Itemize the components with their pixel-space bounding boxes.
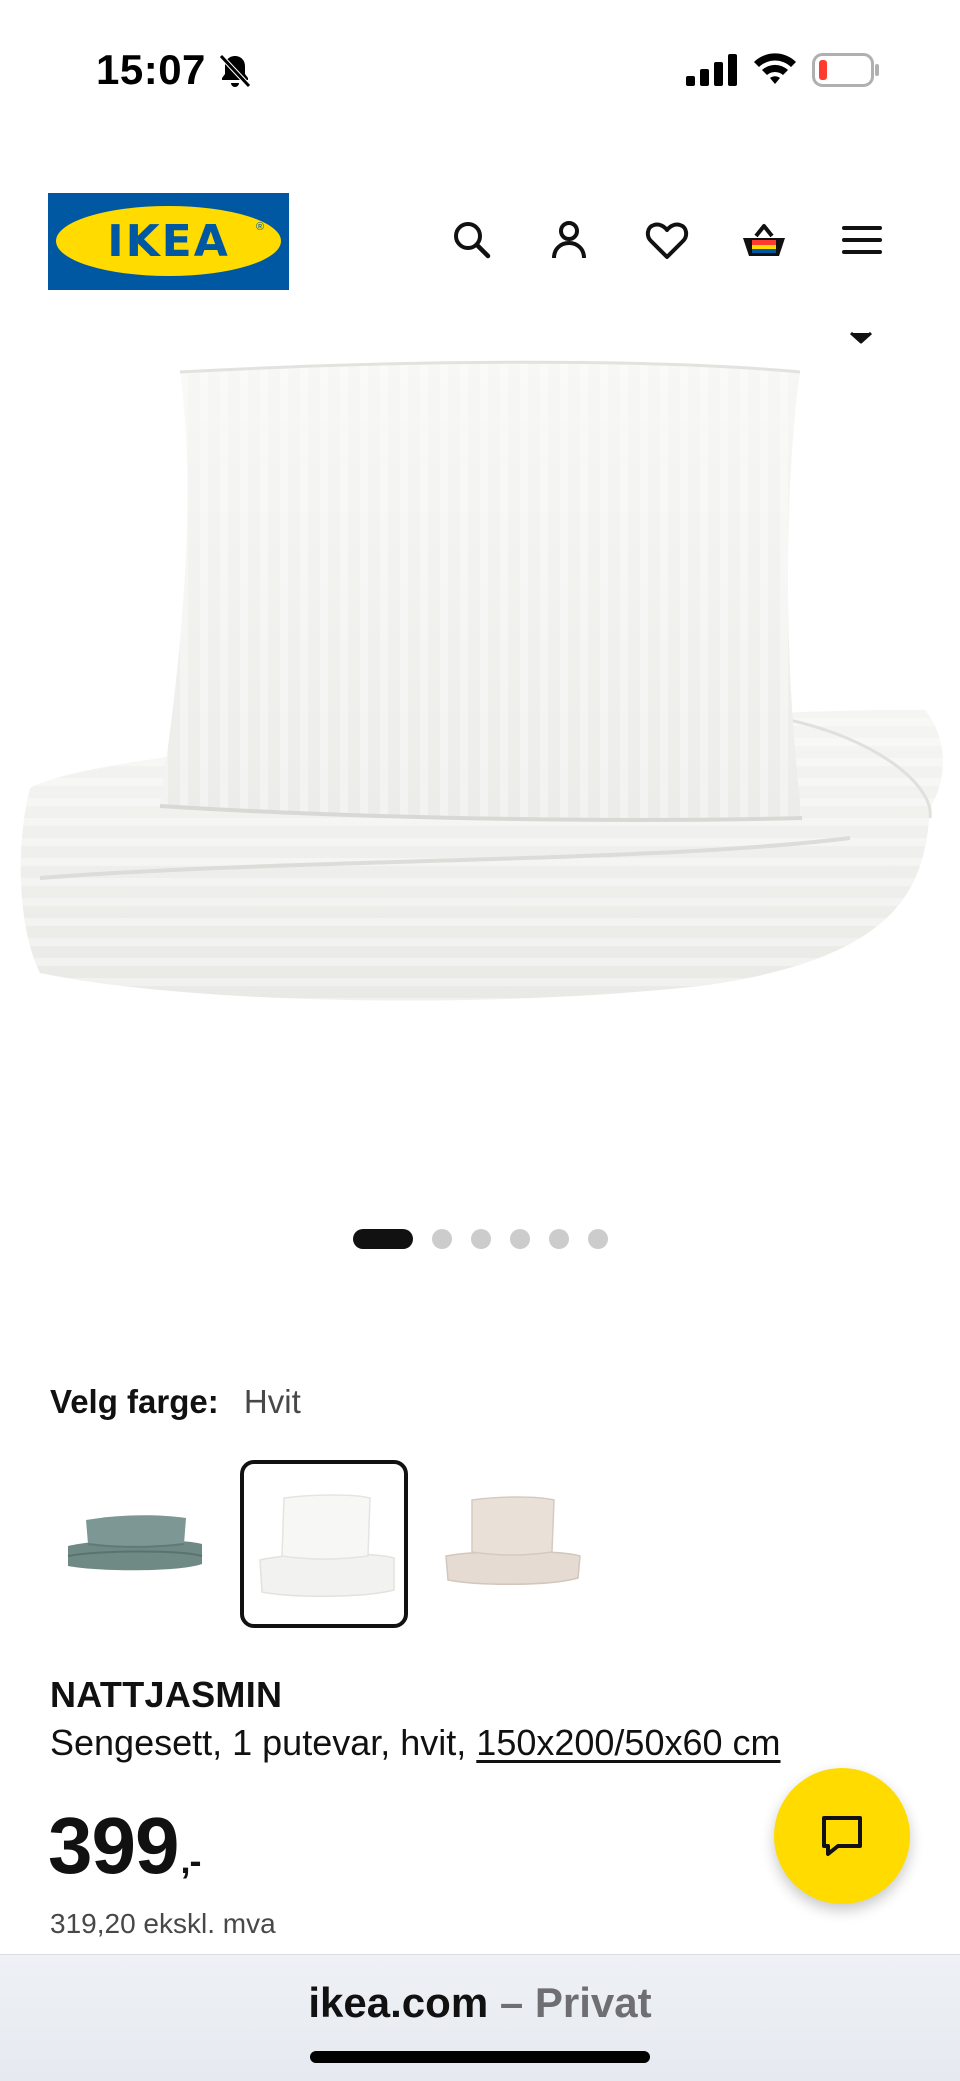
heart-icon[interactable] xyxy=(643,216,691,264)
product-name: NATTJASMIN xyxy=(50,1674,283,1715)
ikea-logo[interactable]: IKEA ® xyxy=(48,193,289,290)
status-bar: 15:07 xyxy=(0,0,960,140)
carousel-dot-6[interactable] xyxy=(587,1229,608,1249)
product-description-text: Sengesett, 1 putevar, hvit, xyxy=(50,1722,467,1763)
color-value: Hvit xyxy=(243,1383,301,1420)
swatch-white[interactable] xyxy=(240,1460,408,1628)
product-size-link[interactable]: 150x200/50x60 cm xyxy=(476,1722,780,1763)
bell-slash-icon xyxy=(216,52,254,90)
site-header: IKEA ® xyxy=(0,190,960,290)
product-price: 399,- xyxy=(48,1800,201,1892)
color-selector-label: Velg farge: Hvit xyxy=(50,1383,301,1421)
logo-registered-mark: ® xyxy=(256,221,265,233)
browsing-mode: Privat xyxy=(534,1979,652,2026)
price-suffix: ,- xyxy=(180,1840,201,1881)
carousel-dot-5[interactable] xyxy=(548,1229,569,1249)
browser-address-bar[interactable]: ikea.com – Privat xyxy=(0,1954,960,2081)
price-excl-vat: 319,20 ekskl. mva xyxy=(50,1908,276,1939)
chat-button[interactable] xyxy=(774,1768,910,1904)
battery-low-icon xyxy=(812,53,880,87)
url-display[interactable]: ikea.com – Privat xyxy=(0,1979,960,2027)
color-label: Velg farge: xyxy=(50,1383,219,1420)
status-time: 15:07 xyxy=(96,46,206,93)
account-icon[interactable] xyxy=(545,216,593,264)
chat-icon xyxy=(822,1816,862,1856)
url-domain: ikea.com xyxy=(308,1979,489,2026)
carousel-dot-2[interactable] xyxy=(431,1229,452,1249)
product-description: Sengesett, 1 putevar, hvit, 150x200/50x6… xyxy=(50,1722,781,1764)
carousel-indicator xyxy=(0,1228,960,1250)
swatch-beige[interactable] xyxy=(430,1460,598,1628)
search-icon[interactable] xyxy=(448,216,496,264)
basket-icon[interactable] xyxy=(740,216,788,264)
carousel-dot-4[interactable] xyxy=(509,1229,530,1249)
home-indicator[interactable] xyxy=(310,2051,650,2063)
menu-icon[interactable] xyxy=(838,216,886,264)
url-separator: – xyxy=(499,1979,524,2026)
chevron-down-icon[interactable] xyxy=(848,330,874,346)
price-main: 399 xyxy=(48,1801,179,1890)
signal-icon xyxy=(686,54,738,86)
carousel-dot-3[interactable] xyxy=(470,1229,491,1249)
carousel-dot-1[interactable] xyxy=(352,1229,413,1249)
logo-text: IKEA xyxy=(107,216,230,267)
wifi-icon xyxy=(752,50,798,86)
swatch-grey-green[interactable] xyxy=(50,1460,218,1628)
product-image[interactable] xyxy=(0,318,960,1078)
